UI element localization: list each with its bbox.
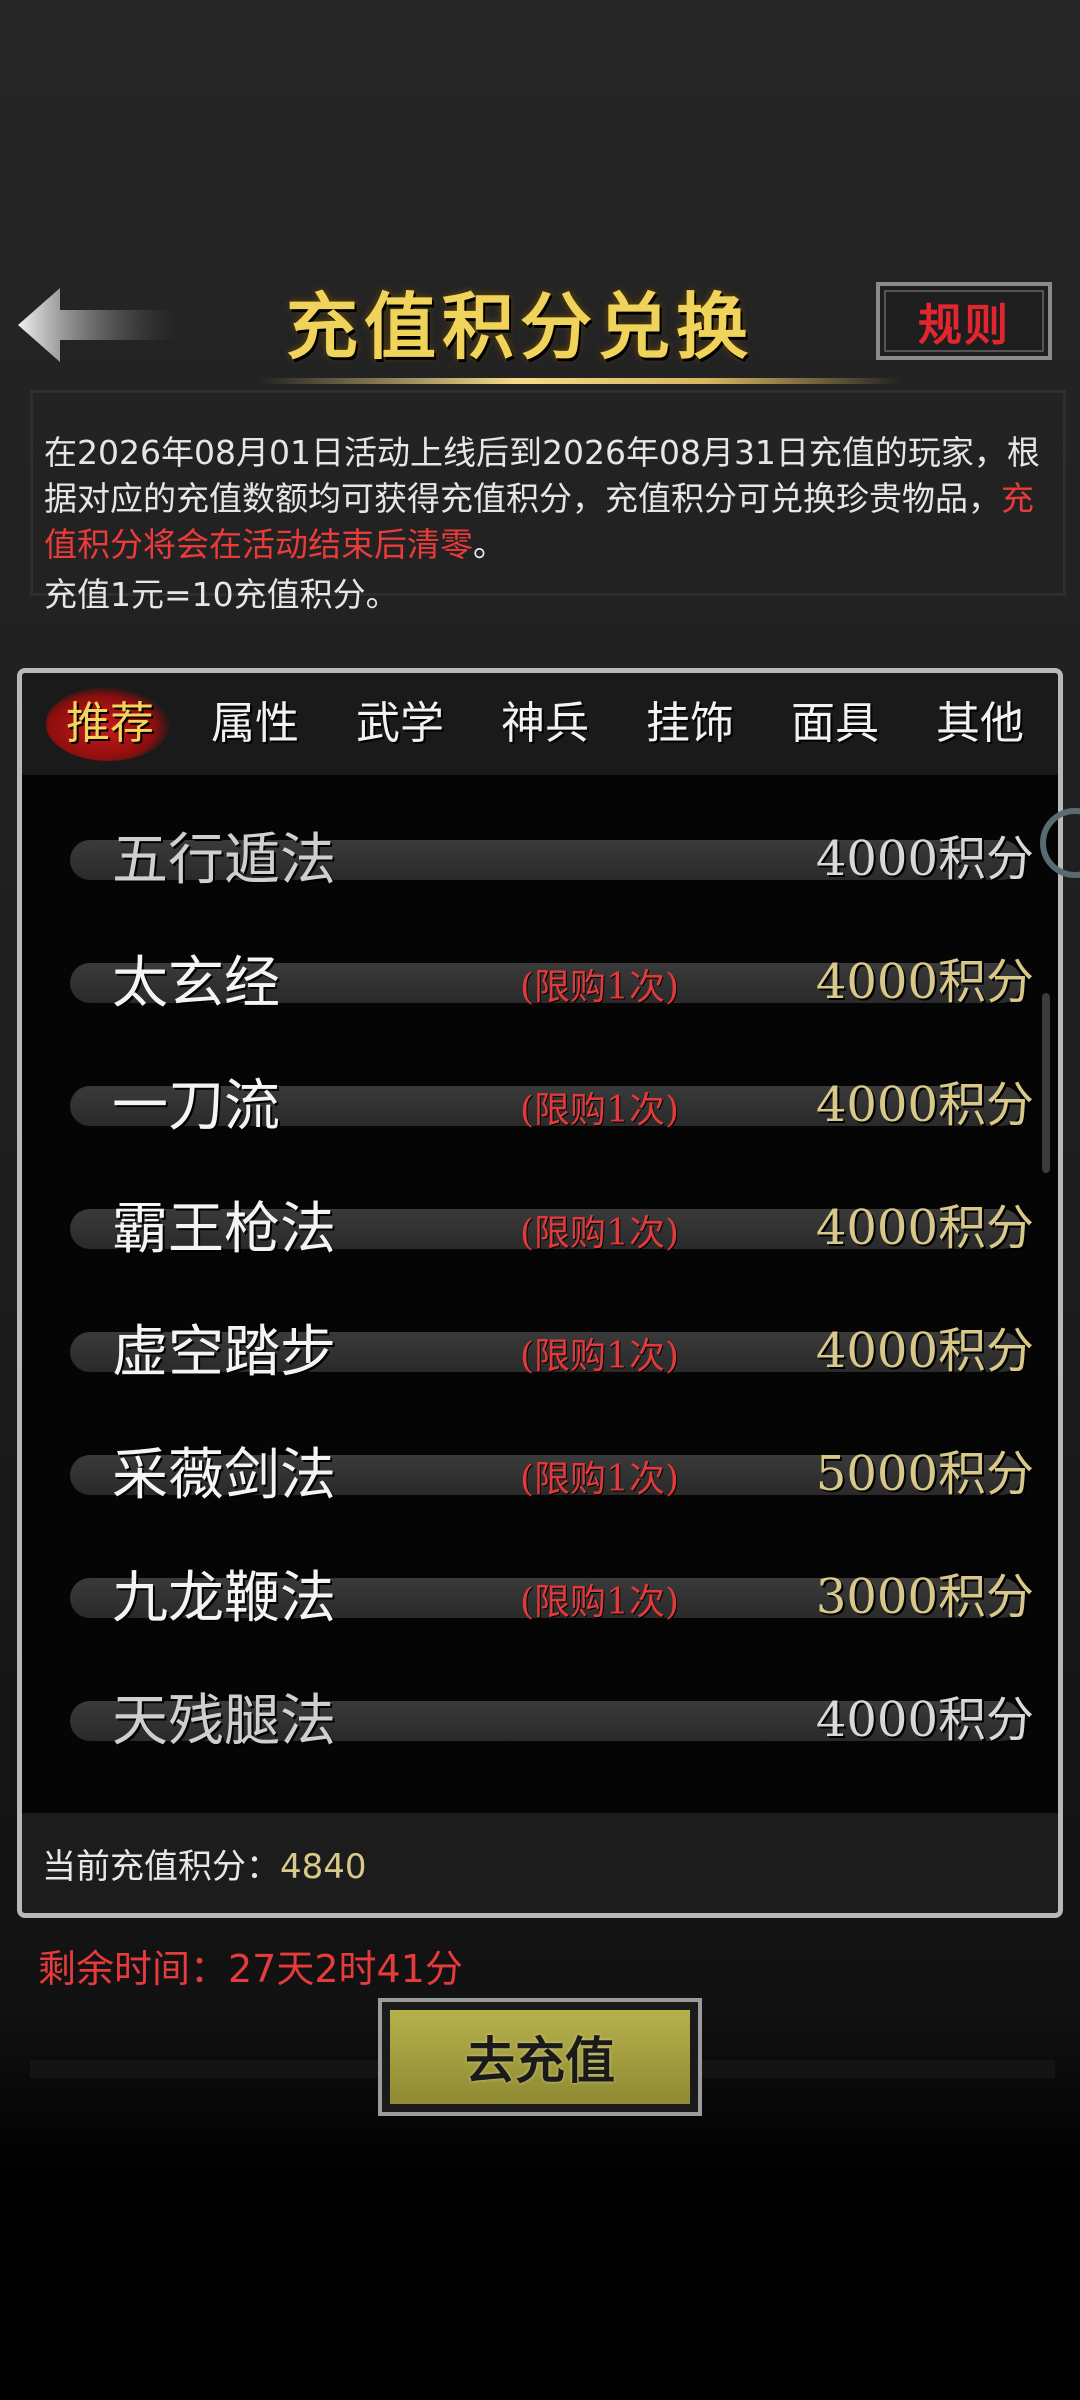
tab-martial-arts[interactable]: 武学 — [340, 689, 460, 759]
item-cost: 4000积分 — [815, 1200, 1034, 1256]
item-name: 九龙鞭法 — [112, 1566, 336, 1631]
exchange-panel: 推荐 属性 武学 神兵 挂饰 面具 其他 五行遁法 4000积分 太玄经 (限购… — [17, 668, 1063, 1918]
item-list: 五行遁法 4000积分 太玄经 (限购1次) 4000积分 一刀流 (限购1次)… — [22, 775, 1058, 1775]
current-points-value: 4840 — [280, 1847, 367, 1887]
activity-description: 在2026年08月01日活动上线后到2026年08月31日充值的玩家，根据对应的… — [44, 430, 1044, 568]
item-cost: 4000积分 — [815, 1692, 1034, 1748]
list-item[interactable]: 九龙鞭法 (限购1次) 3000积分 — [62, 1531, 1042, 1651]
list-item[interactable]: 天残腿法 4000积分 — [62, 1654, 1042, 1774]
tab-recommend[interactable]: 推荐 — [50, 689, 170, 759]
tab-masks[interactable]: 面具 — [775, 689, 895, 759]
points-footer: 当前充值积分：4840 — [22, 1813, 1058, 1913]
item-cost: 4000积分 — [815, 831, 1034, 887]
tab-ornaments[interactable]: 挂饰 — [630, 689, 750, 759]
item-cost: 4000积分 — [815, 954, 1034, 1010]
remaining-time: 剩余时间：27天2时41分 — [38, 1947, 463, 1991]
tab-other[interactable]: 其他 — [920, 689, 1040, 759]
item-cost: 5000积分 — [815, 1446, 1034, 1502]
page-title: 充值积分兑换 — [285, 284, 754, 369]
list-item[interactable]: 采薇剑法 (限购1次) 5000积分 — [62, 1408, 1042, 1528]
rules-button[interactable]: 规则 — [876, 282, 1052, 360]
item-name: 太玄经 — [112, 951, 280, 1016]
description-text: 在2026年08月01日活动上线后到2026年08月31日充值的玩家，根据对应的… — [44, 433, 1040, 518]
list-item[interactable]: 霸王枪法 (限购1次) 4000积分 — [62, 1162, 1042, 1282]
item-name: 天残腿法 — [112, 1689, 336, 1754]
back-arrow-icon — [18, 288, 178, 362]
item-cost: 3000积分 — [815, 1569, 1034, 1625]
exchange-rate-text: 充值1元=10充值积分。 — [44, 575, 399, 614]
item-limit: (限购1次) — [520, 1582, 679, 1623]
item-name: 一刀流 — [112, 1074, 280, 1139]
item-limit: (限购1次) — [520, 1090, 679, 1131]
item-cost: 4000积分 — [815, 1077, 1034, 1133]
item-name: 五行遁法 — [112, 828, 336, 893]
item-name: 霸王枪法 — [112, 1197, 336, 1262]
back-button[interactable] — [18, 280, 178, 370]
title-underline — [260, 378, 900, 384]
item-cost: 4000积分 — [815, 1323, 1034, 1379]
item-limit: (限购1次) — [520, 967, 679, 1008]
list-scrollbar[interactable] — [1042, 993, 1050, 1173]
tab-attribute[interactable]: 属性 — [195, 689, 315, 759]
tab-weapons[interactable]: 神兵 — [485, 689, 605, 759]
item-limit: (限购1次) — [520, 1459, 679, 1500]
list-item[interactable]: 虚空踏步 (限购1次) 4000积分 — [62, 1285, 1042, 1405]
recharge-button[interactable]: 去充值 — [378, 1998, 702, 2116]
current-points: 当前充值积分：4840 — [42, 1839, 367, 1888]
item-name: 虚空踏步 — [112, 1320, 336, 1385]
item-limit: (限购1次) — [520, 1336, 679, 1377]
recharge-button-label: 去充值 — [390, 2010, 690, 2104]
item-name: 采薇剑法 — [112, 1443, 336, 1508]
description-end: 。 — [473, 525, 506, 564]
current-points-label: 当前充值积分： — [42, 1847, 280, 1887]
list-item[interactable]: 一刀流 (限购1次) 4000积分 — [62, 1039, 1042, 1159]
category-tabs: 推荐 属性 武学 神兵 挂饰 面具 其他 — [22, 673, 1058, 775]
item-limit: (限购1次) — [520, 1213, 679, 1254]
list-item[interactable]: 五行遁法 4000积分 — [62, 793, 1042, 913]
list-item[interactable]: 太玄经 (限购1次) 4000积分 — [62, 916, 1042, 1036]
